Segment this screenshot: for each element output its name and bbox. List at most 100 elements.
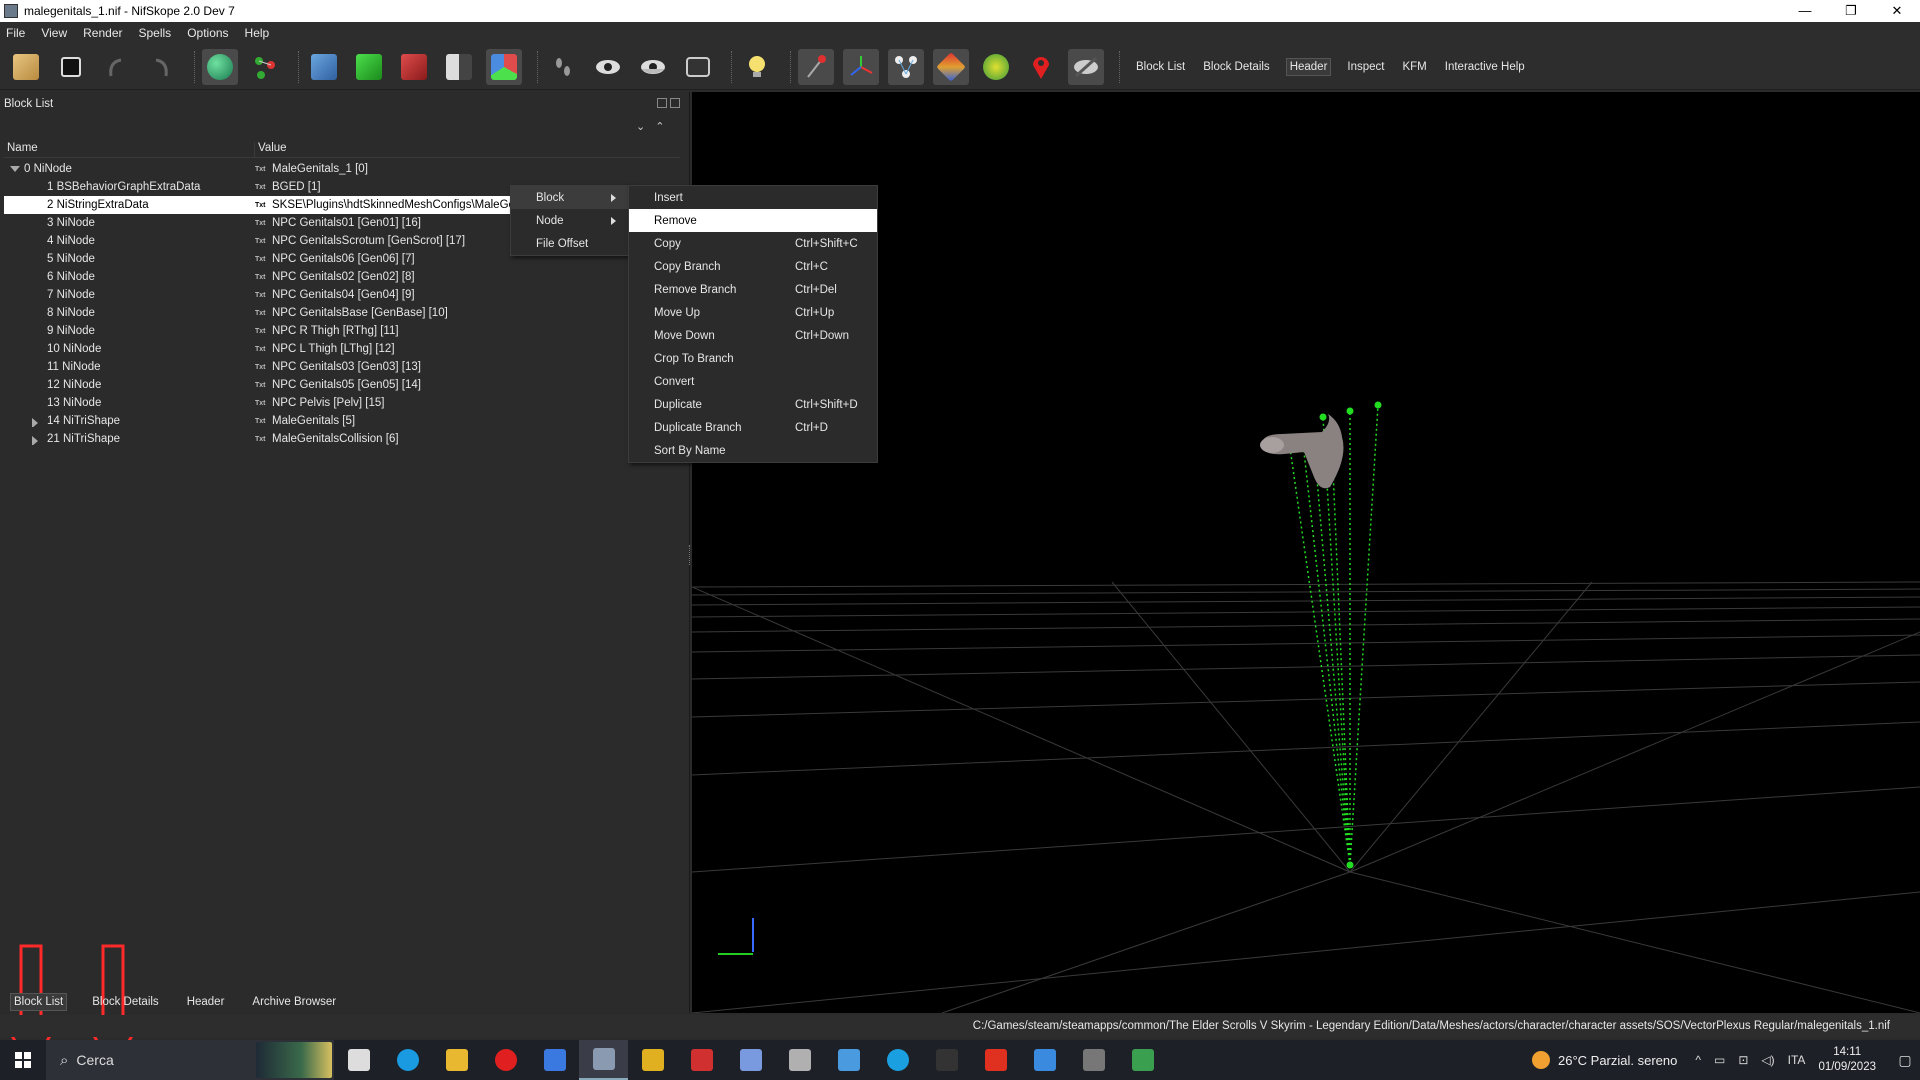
context-menu-node[interactable]: Node (511, 209, 628, 232)
tray-chevron-icon[interactable]: ^ (1695, 1053, 1701, 1067)
view-side-icon[interactable] (441, 49, 477, 85)
submenu-item-remove-branch[interactable]: Remove Branch Ctrl+Del (629, 278, 877, 301)
select-node-icon[interactable] (247, 49, 283, 85)
hidden-icon[interactable] (1068, 48, 1104, 85)
submenu-item-move-down[interactable]: Move Down Ctrl+Down (629, 324, 877, 347)
window-icon[interactable] (1020, 1040, 1069, 1080)
tree-row[interactable]: 14 NiTriShape Txt MaleGenitals [5] (4, 412, 680, 430)
tab-block-list[interactable]: Block List (10, 993, 68, 1011)
view-walk-icon[interactable] (306, 49, 342, 85)
gear-red-icon[interactable] (677, 1040, 726, 1080)
submenu-item-duplicate-branch[interactable]: Duplicate Branch Ctrl+D (629, 416, 877, 439)
language-indicator[interactable]: ITA (1788, 1053, 1806, 1067)
undo-icon[interactable] (98, 49, 134, 85)
view-front-icon[interactable] (396, 49, 432, 85)
eye-icon[interactable] (590, 49, 626, 85)
arrow-app-icon[interactable] (1069, 1040, 1118, 1080)
file-explorer-icon[interactable] (432, 1040, 481, 1080)
submenu-item-convert[interactable]: Convert (629, 370, 877, 393)
menu-view[interactable]: View (41, 26, 67, 40)
submenu-item-copy[interactable]: Copy Ctrl+Shift+C (629, 232, 877, 255)
tree-row[interactable]: 9 NiNode Txt NPC R Thigh [RThg] [11] (4, 322, 680, 340)
paint-icon[interactable] (824, 1040, 873, 1080)
toolbar-block-details-button[interactable]: Block Details (1201, 58, 1271, 76)
marker-icon[interactable] (1023, 49, 1059, 85)
task-view-icon[interactable] (334, 1040, 383, 1080)
chart-app-icon[interactable] (1118, 1040, 1167, 1080)
clock[interactable]: 14:11 01/09/2023 (1818, 1045, 1876, 1075)
terminal-icon[interactable] (922, 1040, 971, 1080)
weather-widget[interactable]: 26°C Parzial. sereno (1532, 1051, 1677, 1069)
submenu-item-remove[interactable]: Remove (629, 209, 877, 232)
menu-render[interactable]: Render (83, 26, 122, 40)
constraint-icon[interactable] (978, 49, 1014, 85)
collapse-all-icon[interactable]: ⌃ (655, 120, 664, 133)
tree-row[interactable]: 10 NiNode Txt NPC L Thigh [LThg] [12] (4, 340, 680, 358)
toolbar-inspect-button[interactable]: Inspect (1345, 58, 1386, 76)
redo-icon[interactable] (143, 49, 179, 85)
expand-all-icon[interactable]: ⌄ (636, 120, 645, 133)
tree-row[interactable]: 13 NiNode Txt NPC Pelvis [Pelv] [15] (4, 394, 680, 412)
notification-icon[interactable]: ▢ (1890, 1052, 1920, 1069)
view-top-icon[interactable] (351, 49, 387, 85)
menu-help[interactable]: Help (245, 26, 270, 40)
submenu-item-duplicate[interactable]: Duplicate Ctrl+Shift+D (629, 393, 877, 416)
store-icon[interactable] (530, 1040, 579, 1080)
eye-hidden-icon[interactable] (635, 49, 671, 85)
gradient-icon[interactable] (933, 48, 969, 85)
context-menu-file-offset[interactable]: File Offset (511, 232, 628, 255)
transform-icon[interactable] (843, 48, 879, 85)
close-button[interactable]: ✕ (1874, 0, 1920, 22)
flash-icon[interactable] (971, 1040, 1020, 1080)
taskbar-search[interactable]: ⌕ Cerca (46, 1040, 334, 1080)
start-button[interactable] (0, 1040, 46, 1080)
context-menu-block[interactable]: Block (511, 186, 628, 209)
nifskope-icon[interactable] (579, 1040, 628, 1080)
archive-icon[interactable] (628, 1040, 677, 1080)
light-bulb-icon[interactable] (739, 49, 775, 85)
restore-button[interactable]: ❐ (1828, 0, 1874, 22)
tree-row[interactable]: 0 NiNode Txt MaleGenitals_1 [0] (4, 160, 680, 178)
network-icon[interactable]: ⊡ (1738, 1053, 1748, 1067)
submenu-item-move-up[interactable]: Move Up Ctrl+Up (629, 301, 877, 324)
select-object-icon[interactable] (202, 48, 238, 85)
mod-organizer-icon[interactable] (775, 1040, 824, 1080)
tab-header[interactable]: Header (184, 994, 228, 1010)
tab-archive-browser[interactable]: Archive Browser (249, 994, 339, 1010)
collapse-arrow-icon[interactable] (32, 418, 38, 427)
screenshot-icon[interactable] (680, 49, 716, 85)
submenu-item-crop-to-branch[interactable]: Crop To Branch (629, 347, 877, 370)
tree-row[interactable]: 12 NiNode Txt NPC Genitals05 [Gen05] [14] (4, 376, 680, 394)
toolbar-block-list-button[interactable]: Block List (1134, 58, 1187, 76)
menu-spells[interactable]: Spells (139, 26, 172, 40)
footprints-icon[interactable] (545, 49, 581, 85)
expand-arrow-icon[interactable] (10, 166, 20, 172)
menu-file[interactable]: File (6, 26, 25, 40)
toolbar-kfm-button[interactable]: KFM (1400, 58, 1428, 76)
tray-device-icon[interactable]: ▭ (1714, 1053, 1725, 1067)
tree-row[interactable]: 11 NiNode Txt NPC Genitals03 [Gen03] [13] (4, 358, 680, 376)
close-panel-button[interactable] (670, 98, 680, 108)
tree-row[interactable]: 21 NiTriShape Txt MaleGenitalsCollision [6… (4, 430, 680, 448)
view-user-icon[interactable] (486, 48, 522, 85)
volume-icon[interactable]: ◁) (1761, 1053, 1774, 1067)
toolbar-header-button[interactable]: Header (1285, 57, 1332, 76)
load-icon[interactable] (8, 49, 44, 85)
submenu-item-copy-branch[interactable]: Copy Branch Ctrl+C (629, 255, 877, 278)
skype-icon[interactable] (873, 1040, 922, 1080)
tree-row[interactable]: 7 NiNode Txt NPC Genitals04 [Gen04] [9] (4, 286, 680, 304)
float-panel-button[interactable] (657, 98, 667, 108)
tree-row[interactable]: 6 NiNode Txt NPC Genitals02 [Gen02] [8] (4, 268, 680, 286)
tree-row[interactable]: 8 NiNode Txt NPC GenitalsBase [GenBase] [1… (4, 304, 680, 322)
collapse-arrow-icon[interactable] (32, 436, 38, 445)
edge-icon[interactable] (383, 1040, 432, 1080)
submenu-item-insert[interactable]: Insert (629, 186, 877, 209)
minimize-button[interactable]: — (1782, 0, 1828, 22)
save-icon[interactable] (53, 49, 89, 85)
column-name-header[interactable]: Name (4, 142, 255, 157)
toolbar-interactive-help-button[interactable]: Interactive Help (1443, 58, 1527, 76)
tab-block-details[interactable]: Block Details (89, 994, 161, 1010)
panel-splitter[interactable] (689, 545, 691, 565)
column-value-header[interactable]: Value (255, 142, 287, 157)
axis-icon[interactable] (798, 48, 834, 85)
